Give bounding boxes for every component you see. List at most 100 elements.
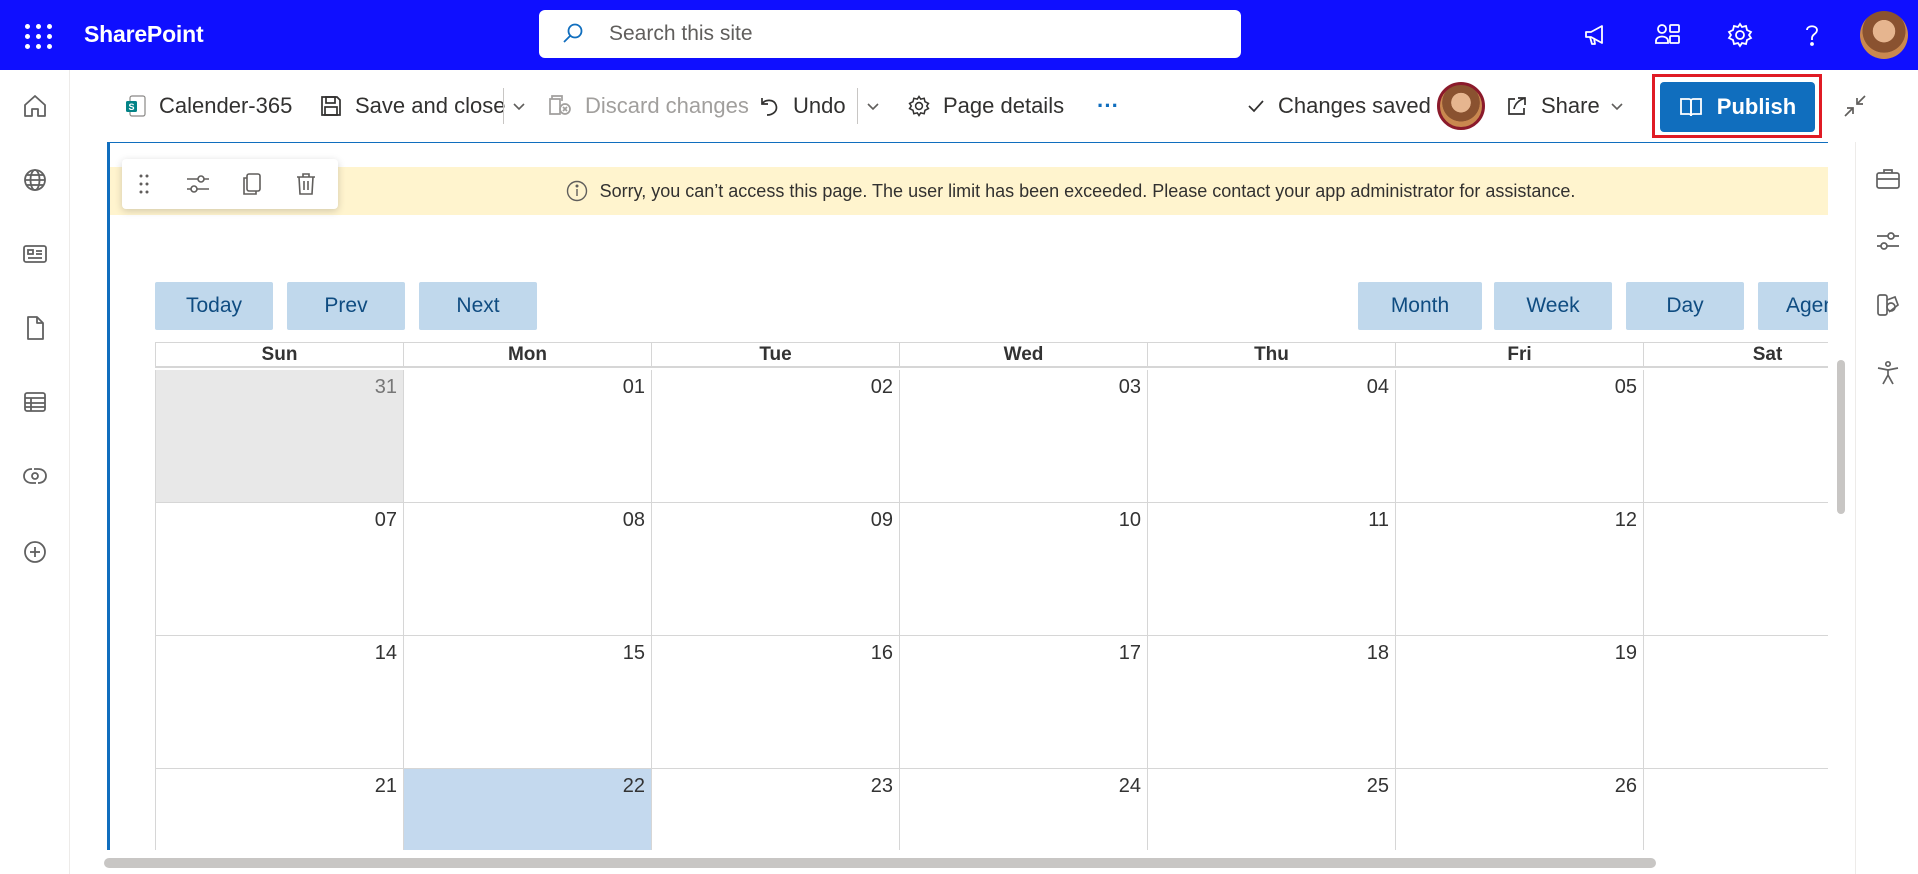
day-header: Sun <box>155 342 403 368</box>
calendar-day-cell[interactable]: 04 <box>1147 370 1395 503</box>
day-header: Sat <box>1643 342 1828 368</box>
vertical-scrollbar[interactable] <box>1837 360 1845 514</box>
calendar-day-cell[interactable]: 11 <box>1147 503 1395 636</box>
calendar-day-cell[interactable]: 05 <box>1395 370 1643 503</box>
month-view-button[interactable]: Month <box>1358 282 1482 330</box>
calendar-day-cell[interactable]: 26 <box>1395 769 1643 850</box>
undo-icon <box>757 94 781 118</box>
today-button[interactable]: Today <box>155 282 273 330</box>
publish-label: Publish <box>1716 94 1797 119</box>
calendar-day-cell[interactable] <box>1643 636 1828 769</box>
edit-properties-icon[interactable] <box>182 168 214 200</box>
calendar-day-cell[interactable]: 16 <box>651 636 899 769</box>
app-name-link[interactable]: SharePoint <box>84 21 204 48</box>
list-icon[interactable] <box>17 384 53 420</box>
day-number: 14 <box>374 642 397 664</box>
svg-text:S: S <box>128 102 134 112</box>
calendar-day-cell[interactable]: 01 <box>403 370 651 503</box>
sharepoint-page-icon: S <box>125 94 147 118</box>
drag-handle-icon[interactable] <box>128 168 160 200</box>
day-number: 26 <box>1614 775 1637 797</box>
gear-icon[interactable] <box>1722 17 1758 53</box>
more-options-button[interactable]: ··· <box>1097 86 1119 126</box>
undo-options-chevron-down-icon[interactable] <box>865 86 881 126</box>
duplicate-icon[interactable] <box>236 168 268 200</box>
day-number: 15 <box>622 642 645 664</box>
loop-icon[interactable] <box>17 458 53 494</box>
prev-button[interactable]: Prev <box>287 282 405 330</box>
day-number: 08 <box>622 509 645 531</box>
publish-button[interactable]: Publish <box>1660 82 1815 132</box>
settings-sliders-icon[interactable] <box>1871 224 1905 258</box>
calendar-day-cell[interactable]: 18 <box>1147 636 1395 769</box>
calendar-day-cell[interactable]: 19 <box>1395 636 1643 769</box>
calendar-day-cell[interactable]: 10 <box>899 503 1147 636</box>
share-button[interactable]: Share <box>1505 86 1600 126</box>
add-icon[interactable] <box>17 534 53 570</box>
calendar-day-cell[interactable]: 15 <box>403 636 651 769</box>
horizontal-scrollbar[interactable] <box>104 858 1656 868</box>
editor-avatar[interactable] <box>1437 82 1485 130</box>
calendar-day-cell[interactable]: 17 <box>899 636 1147 769</box>
command-bar: S Calender-365 Save and close Discard ch… <box>71 70 1866 142</box>
suite-bar: SharePoint <box>0 0 1918 70</box>
week-view-button[interactable]: Week <box>1494 282 1612 330</box>
calendar-day-cell[interactable]: 07 <box>155 503 403 636</box>
calendar-day-cell[interactable] <box>1643 769 1828 850</box>
page-name-label: Calender-365 <box>159 93 293 118</box>
search-box[interactable] <box>539 10 1241 58</box>
toolbox-icon[interactable] <box>1871 162 1905 196</box>
news-icon[interactable] <box>17 236 53 272</box>
calendar-day-cell[interactable]: 25 <box>1147 769 1395 850</box>
search-input[interactable] <box>609 10 1209 58</box>
calendar-day-cell[interactable] <box>1643 370 1828 503</box>
day-view-button[interactable]: Day <box>1626 282 1744 330</box>
help-icon[interactable] <box>1794 17 1830 53</box>
save-options-chevron-down-icon[interactable] <box>511 86 527 126</box>
calendar-day-cell[interactable]: 08 <box>403 503 651 636</box>
share-options-chevron-down-icon[interactable] <box>1609 86 1625 126</box>
calendar-day-cell[interactable]: 21 <box>155 769 403 850</box>
calendar-day-cell[interactable]: 14 <box>155 636 403 769</box>
day-number: 16 <box>870 642 893 664</box>
calendar-day-cell[interactable]: 22 <box>403 769 651 850</box>
people-network-icon[interactable] <box>1650 17 1686 53</box>
account-avatar[interactable] <box>1860 11 1908 59</box>
home-icon[interactable] <box>17 88 53 124</box>
info-icon <box>566 180 588 202</box>
day-number: 23 <box>870 775 893 797</box>
warning-banner-text: Sorry, you can’t access this page. The u… <box>599 180 1576 201</box>
calendar-day-cell[interactable]: 02 <box>651 370 899 503</box>
left-nav-rail <box>0 70 70 874</box>
calendar-day-cell[interactable]: 12 <box>1395 503 1643 636</box>
globe-icon[interactable] <box>17 162 53 198</box>
app-launcher-icon[interactable] <box>18 17 54 53</box>
design-ideas-icon[interactable] <box>1871 288 1905 322</box>
calendar-day-cell[interactable]: 23 <box>651 769 899 850</box>
divider <box>857 88 858 124</box>
right-rail <box>1855 142 1918 874</box>
megaphone-icon[interactable] <box>1578 17 1614 53</box>
calendar-day-cell[interactable]: 09 <box>651 503 899 636</box>
page-name[interactable]: S Calender-365 <box>125 86 292 126</box>
collapse-icon[interactable] <box>1841 86 1869 126</box>
delete-icon[interactable] <box>290 168 322 200</box>
discard-changes-button[interactable]: Discard changes <box>547 86 749 126</box>
page-details-button[interactable]: Page details <box>907 86 1064 126</box>
next-button[interactable]: Next <box>419 282 537 330</box>
day-header: Fri <box>1395 342 1643 368</box>
save-and-close-button[interactable]: Save and close <box>319 86 505 126</box>
accessibility-icon[interactable] <box>1871 356 1905 390</box>
calendar-day-cell[interactable]: 03 <box>899 370 1147 503</box>
agenda-view-button[interactable]: Agenda <box>1758 282 1828 330</box>
calendar-day-cell[interactable]: 31 <box>155 370 403 503</box>
day-number: 09 <box>870 509 893 531</box>
calendar-day-cell[interactable]: 24 <box>899 769 1147 850</box>
day-number: 21 <box>374 775 397 797</box>
day-number: 05 <box>1614 376 1637 398</box>
day-number: 11 <box>1368 509 1389 531</box>
document-icon[interactable] <box>17 310 53 346</box>
gear-icon <box>907 94 931 118</box>
undo-button[interactable]: Undo <box>757 86 846 126</box>
calendar-day-cell[interactable] <box>1643 503 1828 636</box>
